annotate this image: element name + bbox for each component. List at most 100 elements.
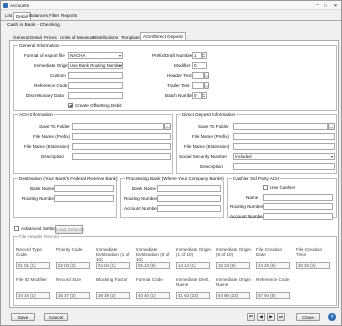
menu-reports[interactable]: Reports xyxy=(59,12,79,20)
immediate-origin-select[interactable]: Use Bank Routing Number xyxy=(68,62,123,69)
header-field-value[interactable]: 35 37 (3) xyxy=(56,292,90,299)
cashier-account-input[interactable] xyxy=(263,213,333,220)
batch-number-input[interactable]: 0 xyxy=(192,92,202,99)
ach-file-ext-input[interactable] xyxy=(72,143,171,150)
header-field-value[interactable]: 34 34 (1) xyxy=(16,292,50,299)
custom-label: Custom xyxy=(50,73,66,78)
header-field-label: File Creation Time xyxy=(296,247,323,257)
file-header-title: File Header Record xyxy=(18,234,60,239)
prefix-input[interactable]: 1 xyxy=(192,52,202,59)
direct-deposit-title: Direct Deposit Information xyxy=(181,112,237,117)
processing-bank-name-label: Bank Name xyxy=(132,186,157,191)
header-field-value[interactable]: 24 29 (6) xyxy=(256,262,290,269)
offsetting-debit-checkbox[interactable] xyxy=(68,103,73,108)
header-field-value[interactable]: 05 13 (9) xyxy=(136,262,170,269)
tab-ach-direct-deposit[interactable]: ACH/Direct Deposit xyxy=(140,32,186,40)
ach-save-folder-input[interactable] xyxy=(72,123,164,130)
general-group: General Information Format of export fil… xyxy=(13,43,337,111)
header-field-value[interactable]: 64 86 (23) xyxy=(216,292,250,299)
header-field-value[interactable]: 30 33 (4) xyxy=(296,262,330,269)
batch-number-spinner[interactable] xyxy=(202,92,207,99)
processing-routing-input[interactable] xyxy=(157,195,221,202)
processing-account-label: Account Number xyxy=(124,206,159,211)
header-field-value[interactable]: 40 40 (1) xyxy=(136,292,170,299)
header-field-value[interactable]: 15 23 (9) xyxy=(216,262,250,269)
ach-file-ext-label: File Name (Extension) xyxy=(24,144,70,149)
header-text-lookup-button[interactable]: … xyxy=(204,72,210,79)
cashier-group: Cashier 3rd Party ACH Use Cashier Name R… xyxy=(227,176,337,220)
dd-save-folder-input[interactable] xyxy=(233,123,328,130)
first-record-button[interactable]: ⏮ xyxy=(247,313,255,321)
prefix-spinner[interactable] xyxy=(202,52,207,59)
export-format-label: Format of export file xyxy=(24,53,65,58)
next-record-button[interactable]: ▶ xyxy=(267,313,275,321)
header-field-label: Immediate Origin Name xyxy=(216,277,251,287)
trailer-text-label: Trailer Text xyxy=(167,83,190,88)
window-title: Accounts xyxy=(10,3,29,8)
header-field-value[interactable]: 04 04 (1) xyxy=(96,262,130,269)
ach-file-prefix-input[interactable] xyxy=(72,133,171,140)
dd-description-input[interactable] xyxy=(233,163,335,170)
destination-routing-input[interactable] xyxy=(54,195,114,202)
advanced-settings-checkbox[interactable] xyxy=(14,226,19,231)
reference-code-input[interactable] xyxy=(68,82,123,89)
cashier-routing-input[interactable] xyxy=(263,203,333,210)
dd-file-prefix-input[interactable] xyxy=(233,133,335,140)
tab-distributions[interactable]: Distributions xyxy=(90,33,121,40)
ach-save-folder-label: Save To Folder xyxy=(39,124,70,129)
close-window-button[interactable]: ✕ xyxy=(331,2,340,9)
ach-information-group: ACH Information Save To Folder … File Na… xyxy=(13,112,173,174)
header-field-label: Record Type Code xyxy=(16,247,42,257)
previous-record-button[interactable]: ◀ xyxy=(257,313,265,321)
last-record-button[interactable]: ⏭ xyxy=(277,313,285,321)
header-text-input[interactable] xyxy=(192,72,204,79)
ach-description-input[interactable] xyxy=(72,153,171,160)
modifier-input[interactable]: 0 xyxy=(192,62,207,69)
minimize-button[interactable]: – xyxy=(314,2,321,9)
close-button[interactable]: Close xyxy=(296,313,320,321)
export-format-select[interactable]: NACHA xyxy=(68,52,123,59)
discretionary-label: Discretionary Data xyxy=(26,93,64,98)
dd-file-ext-input[interactable] xyxy=(233,143,335,150)
destination-bank-name-label: Bank Name xyxy=(30,186,55,191)
header-field-value[interactable]: 38 39 (2) xyxy=(96,292,130,299)
tab-content-panel: General Information Format of export fil… xyxy=(9,40,339,308)
trailer-text-lookup-button[interactable]: … xyxy=(204,82,210,89)
header-field-label: Priority Code xyxy=(56,247,83,252)
trailer-text-input[interactable] xyxy=(192,82,204,89)
menu-divider xyxy=(1,20,341,21)
cashier-name-input[interactable] xyxy=(263,194,333,201)
maximize-button[interactable]: □ xyxy=(322,2,329,9)
app-icon xyxy=(3,3,8,8)
ssn-label: Social Security Number xyxy=(179,154,227,159)
ach-browse-folder-button[interactable]: … xyxy=(164,123,171,130)
help-icon[interactable]: ? xyxy=(328,313,336,321)
header-field-value[interactable]: 14 14 (1) xyxy=(176,262,210,269)
ssn-select[interactable]: Included xyxy=(233,153,335,160)
ach-file-prefix-label: File Name (Prefix) xyxy=(33,134,71,139)
header-field-label: File Creation Date xyxy=(256,247,283,257)
header-field-label: Immediate Destination (1 of 10) xyxy=(96,247,130,262)
save-button[interactable]: Save xyxy=(11,313,35,321)
header-field-label: Immediate Destination (9 of 10) xyxy=(136,247,170,262)
dd-file-ext-label: File Name (Extension) xyxy=(184,144,230,149)
header-field-label: Reference Code xyxy=(256,277,290,282)
header-field-value[interactable]: 87 94 (8) xyxy=(256,292,290,299)
processing-routing-label: Routing Number xyxy=(124,196,158,201)
prefix-label: Prefix/Draft Number xyxy=(152,53,193,58)
cancel-button[interactable]: Cancel xyxy=(44,313,68,321)
processing-account-input[interactable] xyxy=(157,205,221,212)
load-defaults-button[interactable]: Load Defaults xyxy=(55,225,84,234)
processing-bank-name-input[interactable] xyxy=(157,185,221,192)
dd-browse-folder-button[interactable]: … xyxy=(328,123,335,130)
custom-input[interactable] xyxy=(68,72,123,79)
destination-bank-name-input[interactable] xyxy=(54,185,114,192)
header-field-value[interactable]: 41 63 (23) xyxy=(176,292,210,299)
header-field-value[interactable]: 02 03 (2) xyxy=(56,262,90,269)
header-field-value[interactable]: 01 01 (1) xyxy=(16,262,50,269)
accounts-window: Accounts – □ ✕ List Detail Balances Filt… xyxy=(0,0,342,326)
discretionary-input[interactable] xyxy=(68,92,123,99)
use-cashier-checkbox[interactable] xyxy=(263,185,268,190)
dd-save-folder-label: Save To Folder xyxy=(198,124,229,129)
offsetting-debit-label: Create Offsetting Debit xyxy=(75,103,122,108)
